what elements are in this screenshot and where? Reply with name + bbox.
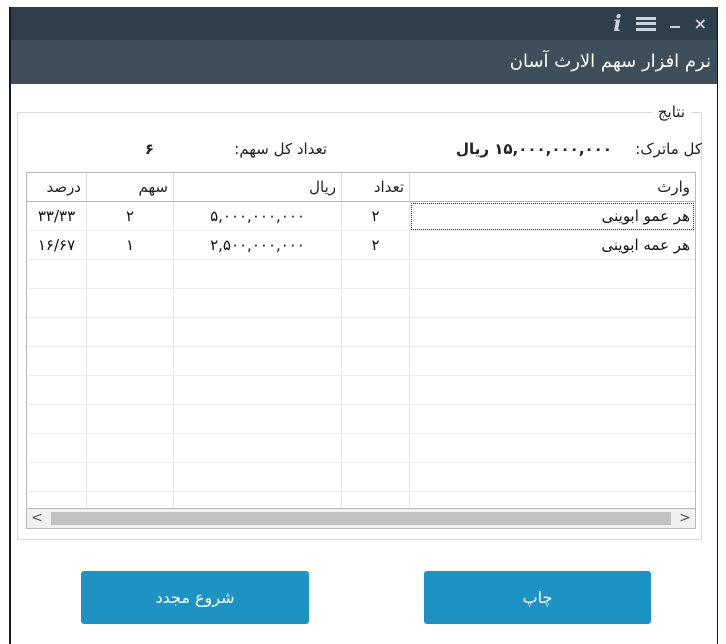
empty-row (27, 404, 695, 434)
restart-button[interactable]: شروع مجدد (81, 571, 309, 624)
scrollbar-thumb[interactable] (51, 512, 671, 525)
app-header: نرم افزار سهم الارث آسان (11, 40, 717, 84)
table-row[interactable]: هر عمو ابوینی ۲ ۵,۰۰۰,۰۰۰,۰۰۰ ۲ ۳۳/۳۳ (27, 201, 695, 231)
total-estate-value: ۱۵,۰۰۰,۰۰۰,۰۰۰ ریال (456, 140, 612, 158)
total-estate-label: کل ماترک: (635, 140, 702, 158)
empty-row (27, 346, 695, 376)
column-header-heir[interactable]: وارث (409, 173, 695, 202)
info-icon[interactable]: i (613, 13, 621, 35)
cell-heir: هر عمو ابوینی (409, 201, 695, 231)
empty-row (27, 462, 695, 492)
cell-rial: ۵,۰۰۰,۰۰۰,۰۰۰ (173, 201, 342, 231)
cell-share: ۱ (86, 230, 174, 260)
title-bar: i × (11, 7, 717, 40)
scroll-left-icon[interactable]: < (27, 509, 47, 528)
heirs-table[interactable]: وارث تعداد ریال سهم درصد هر عمو ابوینی ۲… (26, 172, 696, 509)
print-button[interactable]: چاپ (424, 571, 651, 624)
column-header-rial[interactable]: ریال (173, 173, 342, 202)
close-icon[interactable]: × (694, 14, 707, 33)
results-legend: نتایج (651, 103, 691, 121)
empty-row (27, 433, 695, 463)
scroll-right-icon[interactable]: > (675, 509, 695, 528)
total-shares-label: تعداد کل سهم: (234, 140, 327, 158)
table-row[interactable]: هر عمه ابوینی ۲ ۲,۵۰۰,۰۰۰,۰۰۰ ۱ ۱۶/۶۷ (27, 230, 695, 260)
cell-percent: ۳۳/۳۳ (27, 201, 87, 231)
window-controls: i × (613, 7, 707, 40)
table-header-row: وارث تعداد ریال سهم درصد (27, 173, 695, 202)
minimize-icon[interactable] (669, 25, 680, 28)
app-title: نرم افزار سهم الارث آسان (509, 51, 711, 72)
cell-count: ۲ (341, 230, 410, 260)
empty-row (27, 288, 695, 318)
empty-row (27, 491, 695, 508)
column-header-count[interactable]: تعداد (341, 173, 410, 202)
cell-heir: هر عمه ابوینی (409, 230, 695, 260)
empty-row (27, 259, 695, 289)
cell-count: ۲ (341, 201, 410, 231)
cell-percent: ۱۶/۶۷ (27, 230, 87, 260)
empty-row (27, 375, 695, 405)
horizontal-scrollbar[interactable]: < > (26, 509, 696, 529)
column-header-share[interactable]: سهم (86, 173, 174, 202)
empty-row (27, 317, 695, 347)
column-header-percent[interactable]: درصد (27, 173, 87, 202)
cell-share: ۲ (86, 201, 174, 231)
menu-icon[interactable] (635, 16, 656, 31)
cell-rial: ۲,۵۰۰,۰۰۰,۰۰۰ (173, 230, 342, 260)
total-shares-value: ۶ (144, 140, 154, 158)
